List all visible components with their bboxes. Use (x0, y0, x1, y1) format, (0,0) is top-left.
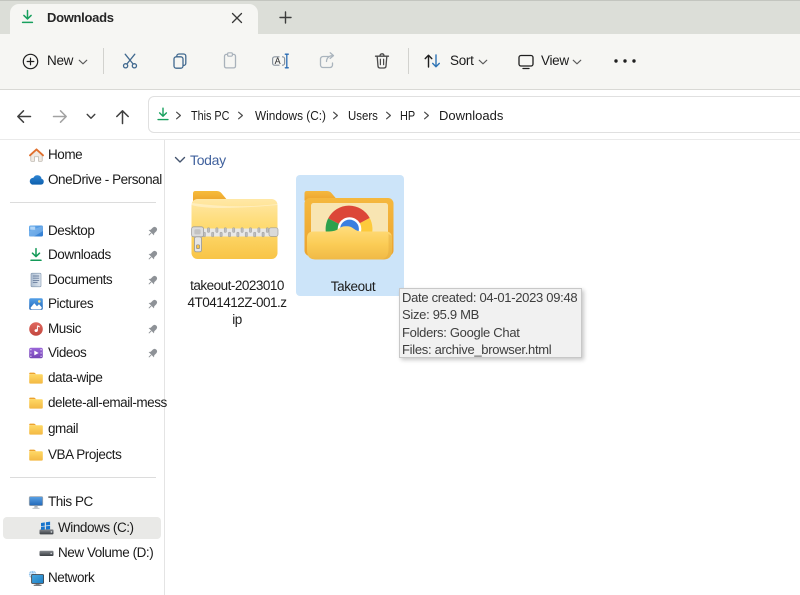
svg-text:A: A (275, 56, 281, 66)
